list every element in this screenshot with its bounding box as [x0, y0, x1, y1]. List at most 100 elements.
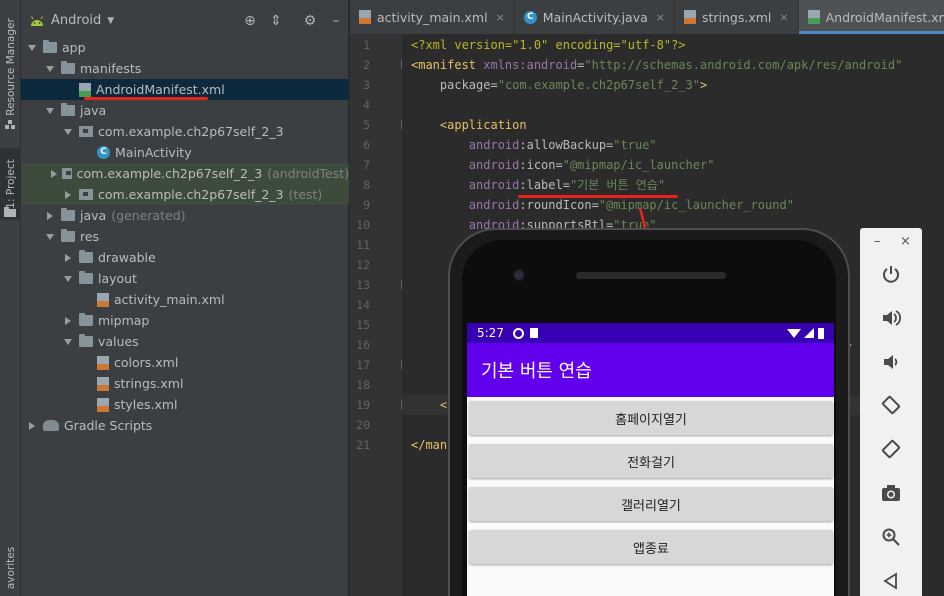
tree-item[interactable]: mipmap — [21, 310, 349, 331]
tree-item[interactable]: com.example.ch2p67self_2_3 (test) — [21, 184, 349, 205]
line-number: 17 — [356, 358, 370, 372]
project-panel: Android ▼ ⊕ ⇕ ⚙ – app manifests AndroidMan… — [21, 0, 349, 596]
volume-down-icon[interactable] — [877, 348, 905, 376]
editor-tab[interactable]: C MainActivity.java × — [515, 0, 675, 34]
code-token: <?xml version="1.0" encoding="utf-8"?> — [411, 38, 686, 52]
code-token: :label= — [519, 178, 570, 192]
collapse-arrow-icon[interactable] — [63, 316, 73, 326]
camera-icon[interactable] — [877, 479, 905, 507]
tree-item-label: MainActivity — [115, 145, 192, 160]
rotate-right-icon[interactable] — [877, 435, 905, 463]
tree-item[interactable]: colors.xml — [21, 352, 349, 373]
tree-item[interactable]: drawable — [21, 247, 349, 268]
folder-icon — [79, 313, 93, 326]
tree-item[interactable]: activity_main.xml — [21, 289, 349, 310]
expand-arrow-icon[interactable] — [63, 274, 73, 284]
zoom-icon[interactable] — [877, 523, 905, 551]
xml-file-icon — [359, 10, 371, 24]
line-number: 9 — [363, 198, 370, 212]
gear-icon[interactable]: ⚙ — [301, 12, 319, 30]
locate-icon[interactable]: ⊕ — [241, 12, 259, 30]
code-token: :allowBackup= — [519, 138, 614, 152]
tree-item[interactable]: values — [21, 331, 349, 352]
phone-screen[interactable]: 5:27 기본 버튼 연습 홈페이지열기 전화걸기 갤러리열기 앱종료 — [467, 323, 834, 596]
annotation-underline-manifest — [84, 97, 208, 100]
resource-manager-label: Resource Manager — [4, 18, 17, 116]
collapse-arrow-icon[interactable] — [49, 169, 58, 179]
editor-tab[interactable]: strings.xml × — [675, 0, 799, 34]
xml-file-icon — [683, 10, 696, 24]
expand-arrow-icon[interactable] — [27, 43, 37, 53]
close-tab-icon[interactable]: × — [496, 11, 505, 24]
folder-icon — [61, 229, 75, 242]
folder-icon — [4, 207, 16, 217]
tree-item[interactable]: layout — [21, 268, 349, 289]
open-homepage-button[interactable]: 홈페이지열기 — [469, 401, 833, 435]
chevron-down-icon: ▼ — [107, 15, 115, 26]
tree-item[interactable]: C MainActivity — [21, 142, 349, 163]
emulator-toolbar: – × — [860, 228, 922, 596]
call-button[interactable]: 전화걸기 — [469, 444, 833, 478]
tree-item[interactable]: java — [21, 100, 349, 121]
power-icon[interactable] — [877, 260, 905, 288]
tree-item[interactable]: styles.xml — [21, 394, 349, 415]
xml-file-icon — [97, 397, 109, 412]
close-button[interactable]: × — [900, 234, 911, 249]
expand-arrow-icon[interactable] — [45, 106, 55, 116]
code-line: <application — [411, 115, 527, 135]
app-title-bar: 기본 버튼 연습 — [467, 343, 834, 397]
back-icon[interactable] — [877, 567, 905, 595]
code-token: "http://schemas.android.com/apk/res/andr… — [584, 58, 903, 72]
favorites-tab[interactable]: avorites — [0, 540, 21, 596]
hide-icon[interactable]: – — [327, 12, 345, 30]
project-view-dropdown[interactable]: Android ▼ — [29, 13, 114, 28]
collapse-arrow-icon[interactable] — [27, 421, 37, 431]
tree-item-label: app — [62, 40, 86, 55]
code-token: < — [411, 398, 448, 412]
line-number: 12 — [356, 258, 370, 272]
resource-manager-tab[interactable]: Resource Manager — [0, 12, 21, 122]
tree-item[interactable]: Gradle Scripts — [21, 415, 349, 436]
tree-item[interactable]: strings.xml — [21, 373, 349, 394]
code-token: :icon= — [519, 158, 563, 172]
notification-icon — [512, 327, 524, 339]
tree-item[interactable]: app — [21, 37, 349, 58]
minimize-button[interactable]: – — [874, 234, 881, 249]
collapse-all-icon[interactable]: ⇕ — [267, 12, 285, 30]
tree-item-label: com.example.ch2p67self_2_3 — [98, 187, 284, 202]
expand-arrow-icon[interactable] — [63, 337, 73, 347]
code-line: android:roundIcon="@mipmap/ic_launcher_r… — [411, 195, 794, 215]
tree-item-label: manifests — [80, 61, 142, 76]
code-line: < — [411, 395, 447, 415]
collapse-arrow-icon[interactable] — [63, 253, 73, 263]
editor-tab[interactable]: activity_main.xml × — [350, 0, 515, 34]
close-tab-icon[interactable]: × — [656, 11, 665, 24]
tree-item[interactable]: java (generated) — [21, 205, 349, 226]
line-number: 16 — [356, 338, 370, 352]
tree-item[interactable]: res — [21, 226, 349, 247]
folder-icon — [79, 250, 93, 263]
editor-tab[interactable]: AndroidManifest.xml× — [798, 0, 944, 34]
expand-arrow-icon[interactable] — [45, 64, 55, 74]
tree-item-label: layout — [98, 271, 138, 286]
line-number: 21 — [356, 438, 370, 452]
tree-item[interactable]: manifests — [21, 58, 349, 79]
favorites-tab-label: avorites — [4, 546, 17, 590]
folder-icon — [61, 208, 75, 221]
open-gallery-button[interactable]: 갤러리열기 — [469, 487, 833, 521]
close-tab-icon[interactable]: × — [779, 11, 788, 24]
expand-arrow-icon[interactable] — [63, 127, 73, 137]
tree-item[interactable]: com.example.ch2p67self_2_3 — [21, 121, 349, 142]
code-token: android — [411, 198, 520, 212]
tree-item[interactable]: com.example.ch2p67self_2_3 (androidTest) — [21, 163, 349, 184]
collapse-arrow-icon[interactable] — [45, 211, 55, 221]
collapse-arrow-icon[interactable] — [63, 190, 73, 200]
volume-up-icon[interactable] — [877, 304, 905, 332]
rotate-left-icon[interactable] — [877, 391, 905, 419]
package-icon — [79, 126, 93, 137]
expand-arrow-icon[interactable] — [45, 232, 55, 242]
exit-app-button[interactable]: 앱종료 — [469, 530, 833, 564]
